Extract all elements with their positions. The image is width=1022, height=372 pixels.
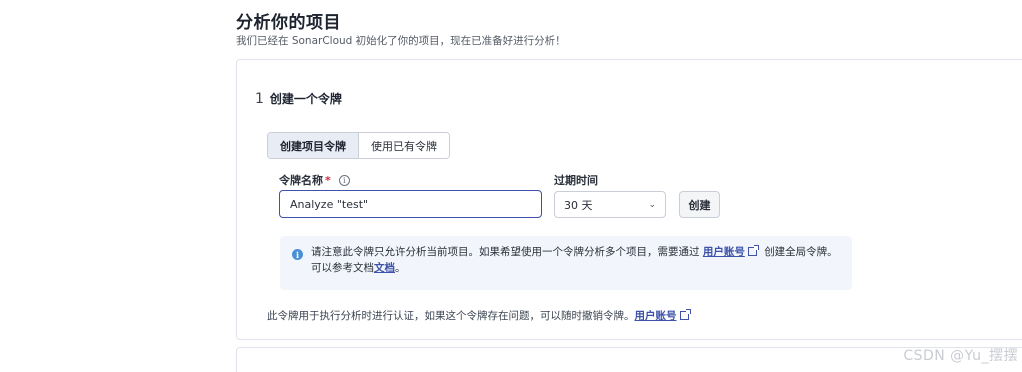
- step-header: 1 创建一个令牌: [255, 90, 342, 107]
- tab-use-existing-token[interactable]: 使用已有令牌: [359, 133, 449, 158]
- footer-note-text: 此令牌用于执行分析时进行认证，如果这个令牌存在问题，可以随时撤销令牌。: [267, 310, 635, 322]
- token-mode-toggle: 创建项目令牌 使用已有令牌: [267, 132, 450, 159]
- step-title: 创建一个令牌: [269, 92, 342, 106]
- info-circle-icon: i: [292, 249, 303, 260]
- chevron-down-icon: ⌄: [648, 199, 656, 210]
- watermark: CSDN @Yu_摆摆: [903, 348, 1018, 364]
- create-token-card: 1 创建一个令牌 创建项目令牌 使用已有令牌 令牌名称 * i 过期时间 30 …: [236, 59, 1022, 340]
- expiry-label: 过期时间: [554, 172, 598, 188]
- required-mark: *: [325, 173, 331, 187]
- info-notice: i 请注意此令牌只允许分析当前项目。如果希望使用一个令牌分析多个项目，需要通过 …: [280, 236, 852, 290]
- external-link-icon: [747, 245, 759, 256]
- token-name-input[interactable]: [279, 190, 542, 218]
- token-name-label: 令牌名称 * i: [279, 172, 350, 188]
- tab-create-project-token[interactable]: 创建项目令牌: [268, 133, 359, 158]
- token-name-label-text: 令牌名称: [279, 174, 323, 187]
- notice-text-part-3: 。: [395, 262, 406, 274]
- docs-link[interactable]: 文档: [374, 262, 395, 274]
- notice-text-part-1: 请注意此令牌只允许分析当前项目。如果希望使用一个令牌分析多个项目，需要通过: [311, 246, 700, 258]
- step-number: 1: [255, 91, 264, 107]
- expiry-selected-value: 30 天: [564, 198, 593, 212]
- create-button[interactable]: 创建: [679, 191, 720, 218]
- page-subtitle: 我们已经在 SonarCloud 初始化了你的项目，现在已准备好进行分析！: [236, 35, 566, 47]
- user-account-link[interactable]: 用户账号: [703, 246, 745, 258]
- footer-external-link-icon: [679, 309, 691, 320]
- page-title: 分析你的项目: [236, 13, 341, 33]
- footer-user-account-link[interactable]: 用户账号: [635, 310, 677, 322]
- expiry-label-text: 过期时间: [554, 174, 598, 187]
- notice-text: 请注意此令牌只允许分析当前项目。如果希望使用一个令牌分析多个项目，需要通过 用户…: [311, 244, 840, 290]
- footer-note: 此令牌用于执行分析时进行认证，如果这个令牌存在问题，可以随时撤销令牌。用户账号: [267, 308, 693, 323]
- info-icon[interactable]: i: [338, 174, 350, 186]
- expiry-select[interactable]: 30 天 ⌄: [554, 191, 666, 218]
